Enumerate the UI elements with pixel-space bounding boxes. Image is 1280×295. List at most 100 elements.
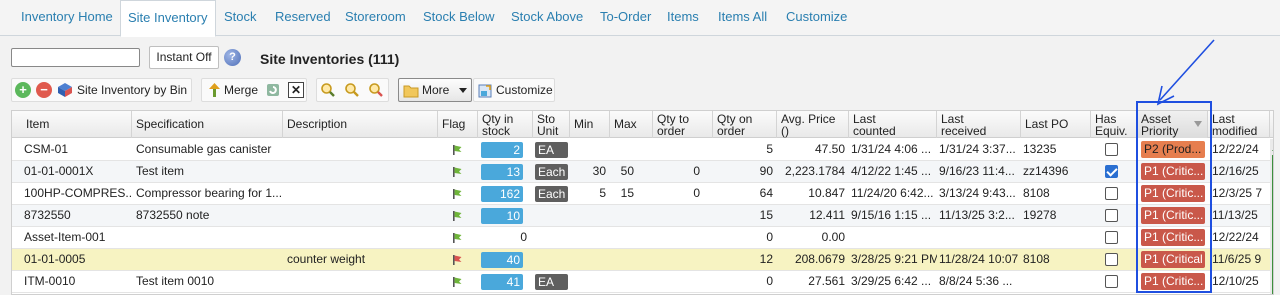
item-cell[interactable]: 100HP-COMPRES... [22,183,132,204]
table-row[interactable]: 100HP-COMPRES... Compressor bearing for 1… [12,183,1273,205]
item-cell[interactable]: ITM-0010 [22,271,132,292]
merge-button[interactable]: Merge [224,82,258,98]
last-po-cell: 8108 [1023,186,1050,200]
column-header-has-equiv[interactable]: Has Equiv. [1091,111,1137,138]
table-row[interactable]: CSM-01 Consumable gas canister 2 EA 5 47.50 1/… [12,139,1273,161]
column-header-last-modified[interactable]: Last modified [1208,111,1270,138]
column-header-label: Unit [537,124,559,138]
last-received-cell: 11/28/24 10:07 [939,252,1019,266]
column-header-label: counted [853,124,896,138]
page-title: Site Inventories (111) [260,51,400,67]
tab-inventory-home[interactable]: Inventory Home [21,0,113,36]
column-header-flag[interactable]: Flag [438,111,478,138]
tab-items-all[interactable]: Items All [718,0,767,36]
sort-filter-icon[interactable] [1194,121,1202,127]
has-equivalent-checkbox[interactable] [1105,165,1118,178]
flag-icon[interactable] [452,166,462,177]
flag-icon[interactable] [452,232,462,243]
has-equivalent-checkbox[interactable] [1105,275,1118,288]
column-header-item[interactable]: Item [12,111,132,138]
table-row[interactable]: 8732550 8732550 note 10 15 12.411 9/15/16 1:1… [12,205,1273,227]
column-header-desc[interactable]: Description [283,111,438,138]
last-received-cell [937,227,1021,248]
item-cell[interactable]: 01-01-0001X [22,161,132,182]
column-header-label: Last PO [1025,117,1069,131]
min-cell: 30 [592,164,606,178]
tab-stock-above[interactable]: Stock Above [511,0,583,36]
remove-icon[interactable]: − [36,82,52,98]
column-header-spec[interactable]: Specification [132,111,283,138]
qty-in-stock-bar: 162 [481,186,523,202]
flag-icon[interactable] [452,144,462,155]
more-menu-button[interactable]: More [398,78,472,102]
toolbar-group-zoom [316,78,389,102]
table-row[interactable]: ITM-0010 Test item 0010 41 EA 0 27.561 3/29/25… [12,271,1273,293]
qty-to-order-cell [653,271,704,292]
column-header-label: Max [614,117,637,131]
column-header-last-counted[interactable]: Last counted [849,111,937,138]
item-cell[interactable]: CSM-01 [22,139,132,160]
table-row[interactable]: Asset-Item-001 0 0 0.00 P1 (Critic... 12/22/2… [12,227,1273,249]
item-cell[interactable]: 01-01-0005 [22,249,132,270]
scroll-up-arrow-icon[interactable] [1272,141,1273,151]
tab-stock[interactable]: Stock [224,0,257,36]
max-cell: 50 [620,164,634,178]
last-modified-cell: 12/16/25 [1212,164,1259,178]
flag-icon[interactable] [452,276,462,287]
search-input[interactable] [11,48,140,67]
has-equivalent-checkbox[interactable] [1105,231,1118,244]
help-icon[interactable]: ? [224,49,241,66]
tab-storeroom[interactable]: Storeroom [345,0,406,36]
table-row[interactable]: 01-01-0005 counter weight 40 12 208.0679 3/28… [12,249,1273,271]
customize-button[interactable]: Customize [473,78,555,102]
description-cell: counter weight [287,252,366,266]
stock-unit-badge: Each [535,164,568,180]
last-received-cell: 3/13/24 9:43... [939,186,1016,200]
item-cell[interactable]: 8732550 [22,205,132,226]
zoom-in-icon[interactable] [320,82,336,98]
tab-to-order[interactable]: To-Order [600,0,651,36]
flag-icon[interactable] [452,254,462,265]
tab-site-inventory[interactable]: Site Inventory [120,0,216,37]
tab-customize[interactable]: Customize [786,0,847,36]
annotation-arrow-icon [1156,39,1215,106]
column-header-avg-price[interactable]: Avg. Price() [777,111,849,138]
has-equivalent-checkbox[interactable] [1105,143,1118,156]
add-icon[interactable]: + [15,82,31,98]
qty-on-order-cell: 90 [759,164,773,178]
column-header-max[interactable]: Max [610,111,653,138]
has-equivalent-checkbox[interactable] [1105,253,1118,266]
zoom-clear-icon[interactable] [368,82,384,98]
delete-icon[interactable]: ✕ [288,82,304,98]
table-row[interactable]: 01-01-0001X Test item 13 Each 30 50 0 90 2,223.1… [12,161,1273,183]
asset-priority-badge: P1 (Critic... [1141,229,1205,246]
tab-reserved[interactable]: Reserved [275,0,331,36]
column-header-label: Avg. Price [781,112,836,126]
column-header-qty-in-stock[interactable]: Qty in stock [478,111,533,138]
tab-stock-below[interactable]: Stock Below [423,0,495,36]
column-header-qty-on-order[interactable]: Qty on order [713,111,777,138]
item-cell[interactable]: Asset-Item-001 [22,227,132,248]
has-equivalent-checkbox[interactable] [1105,187,1118,200]
avg-price-cell: 12.411 [809,208,845,222]
specification-cell [134,227,281,248]
refresh-icon[interactable] [265,82,281,98]
column-header-last-po[interactable]: Last PO [1021,111,1091,138]
search-icon[interactable] [344,82,360,98]
flag-icon[interactable] [452,210,462,221]
flag-icon[interactable] [452,188,462,199]
column-header-last-received[interactable]: Last received [937,111,1021,138]
stock-unit-badge: EA [535,274,568,290]
column-header-min[interactable]: Min [570,111,610,138]
qty-on-order-cell: 5 [766,142,773,156]
qty-in-stock-bar: 41 [481,274,523,290]
column-header-qty-to-order[interactable]: Qty to order [653,111,713,138]
scrollbar-thumb[interactable] [1272,155,1273,294]
column-header-stock-unit[interactable]: Sto Unit [533,111,570,138]
site-inventory-by-bin-button[interactable]: Site Inventory by Bin [77,82,187,98]
column-header-asset-priority[interactable]: Asset Priority [1137,111,1208,138]
asset-priority-badge: P1 (Critic... [1141,207,1205,224]
instant-search-toggle[interactable]: Instant Off [149,46,219,69]
tab-items[interactable]: Items [667,0,699,36]
has-equivalent-checkbox[interactable] [1105,209,1118,222]
